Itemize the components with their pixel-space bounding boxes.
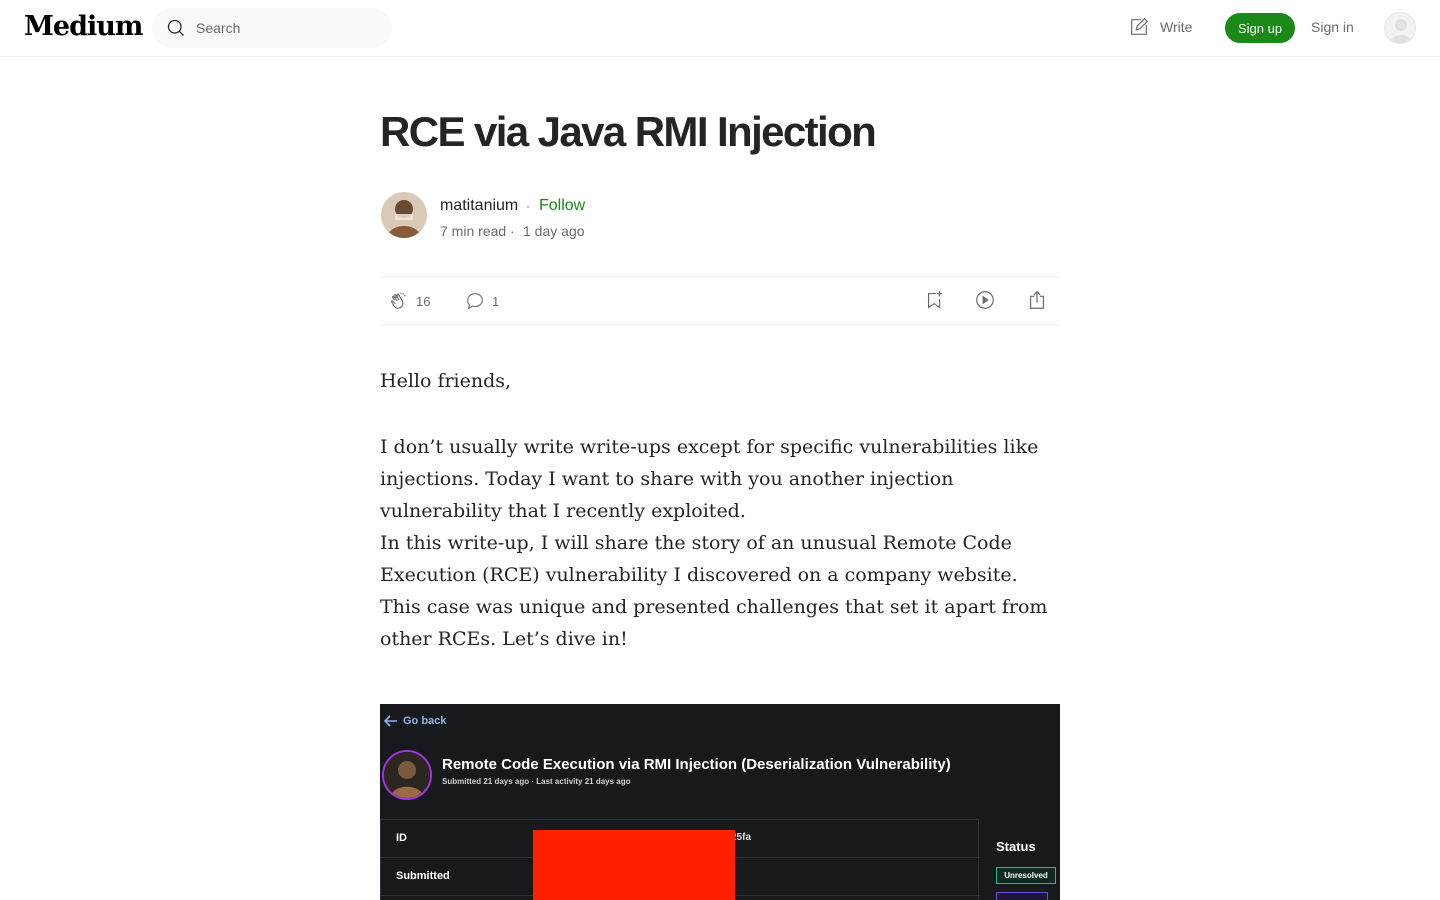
user-avatar-icon	[1390, 19, 1412, 43]
go-back-link: Go back	[384, 715, 446, 727]
arrow-left-icon	[384, 715, 397, 727]
separator-dot: ·	[526, 199, 530, 213]
signin-link[interactable]: Sign in	[1311, 19, 1354, 35]
secondary-badge	[996, 892, 1048, 900]
paragraph: I don’t usually write write-ups except f…	[380, 436, 1039, 522]
report-meta: Submitted 21 days ago · Last activity 21…	[442, 777, 631, 786]
article-action-bar: 16 1	[380, 276, 1060, 325]
author-name[interactable]: matitanium	[440, 197, 518, 215]
signup-button[interactable]: Sign up	[1225, 13, 1295, 43]
top-navbar: Medium Write Sign up Sign in	[0, 0, 1440, 57]
separator-dot: ·	[510, 223, 515, 239]
write-icon	[1131, 17, 1149, 35]
article-image: Go back Remote Code Execution via RMI In…	[380, 704, 1060, 900]
search-box[interactable]	[152, 8, 392, 48]
medium-logo[interactable]: Medium	[24, 11, 143, 42]
user-avatar[interactable]	[1384, 12, 1416, 44]
reporter-photo	[384, 752, 430, 798]
follow-button[interactable]: Follow	[539, 197, 585, 215]
clap-button[interactable]: 16	[388, 290, 430, 312]
write-button[interactable]: Write	[1128, 16, 1192, 38]
clap-icon	[391, 292, 406, 309]
article-title: RCE via Java RMI Injection	[380, 108, 877, 155]
play-circle-icon	[976, 291, 994, 309]
author-photo	[381, 192, 427, 238]
clap-count: 16	[416, 293, 431, 309]
go-back-label: Go back	[403, 715, 447, 727]
comment-button[interactable]: 1	[464, 290, 499, 312]
article-body: Hello friends, I don’t usually write wri…	[380, 365, 1060, 655]
report-title: Remote Code Execution via RMI Injection …	[442, 756, 951, 773]
row-label: ID	[396, 832, 407, 844]
reporter-avatar	[382, 750, 432, 800]
author-avatar[interactable]	[381, 192, 427, 238]
save-button[interactable]	[924, 289, 946, 316]
paragraph: In this write-up, I will share the story…	[380, 532, 1048, 650]
listen-button[interactable]	[974, 289, 996, 316]
read-time: 7 min read	[440, 223, 507, 239]
share-button[interactable]	[1026, 289, 1048, 316]
bookmark-add-icon	[927, 290, 943, 309]
status-badge: Unresolved	[996, 867, 1056, 884]
search-icon	[167, 19, 184, 36]
comment-count: 1	[492, 293, 500, 309]
write-label: Write	[1160, 19, 1193, 35]
status-label: Status	[996, 839, 1036, 854]
search-input[interactable]	[196, 8, 386, 48]
share-icon	[1029, 290, 1045, 309]
redaction-block	[533, 830, 735, 900]
paragraph: Hello friends,	[380, 370, 512, 392]
comment-icon	[467, 293, 483, 310]
publish-date: 1 day ago	[523, 223, 585, 239]
row-label: Submitted	[396, 870, 450, 882]
